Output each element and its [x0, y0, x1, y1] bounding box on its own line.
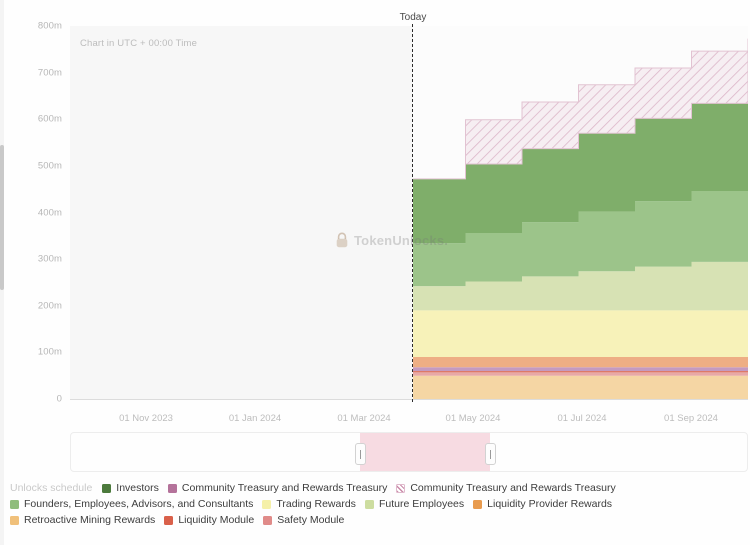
x-axis-tick: 01 Nov 2023	[119, 413, 173, 424]
legend-swatch	[396, 483, 406, 493]
page-scrollbar-thumb[interactable]	[0, 145, 4, 290]
legend-item[interactable]: Retroactive Mining Rewards	[10, 514, 155, 526]
y-axis-tick: 0	[56, 393, 62, 405]
y-axis-tick: 500m	[37, 160, 62, 172]
plot-past-background	[70, 26, 413, 399]
legend-item[interactable]: Community Treasury and Rewards Treasury	[396, 482, 616, 494]
today-marker-line	[412, 24, 413, 402]
legend-label: Liquidity Module	[178, 514, 255, 526]
today-label: Today	[399, 12, 427, 23]
axis-baseline	[70, 399, 748, 400]
x-axis-tick: 01 Jul 2024	[557, 413, 607, 424]
y-axis: 0 100m 200m 300m 400m 500m 600m 700m 800m	[8, 4, 70, 421]
legend-swatch	[10, 499, 19, 509]
legend-label: Safety Module	[277, 514, 345, 526]
y-axis-tick: 400m	[37, 207, 62, 218]
x-axis-tick: 01 Sep 2024	[664, 413, 718, 424]
legend-swatch	[364, 499, 374, 509]
legend-label: Retroactive Mining Rewards	[24, 514, 156, 526]
legend-label: Future Employees	[378, 498, 465, 510]
x-axis-tick: 01 May 2024	[445, 413, 501, 424]
legend-swatch	[167, 483, 177, 493]
legend-swatch	[263, 515, 273, 525]
y-axis-tick: 200m	[37, 300, 62, 312]
legend-label: Founders, Employees, Advisors, and Consu…	[24, 498, 254, 510]
x-axis-tick: 01 Mar 2024	[337, 413, 391, 424]
y-axis-tick: 600m	[37, 113, 62, 125]
y-axis-tick: 800m	[37, 20, 62, 32]
slider-handle-right[interactable]	[485, 443, 496, 465]
slider-handle-left[interactable]	[355, 443, 366, 465]
legend-item[interactable]: Community Treasury and Rewards Treasury	[167, 482, 388, 494]
legend: Unlocks schedule Investors Community Trea…	[10, 482, 745, 526]
legend-item[interactable]: Trading Rewards	[262, 498, 356, 510]
legend-label: Trading Rewards	[276, 498, 356, 510]
legend-title: Unlocks schedule	[10, 482, 93, 494]
y-axis-tick: 100m	[37, 346, 62, 358]
page-scrollbar-track[interactable]	[0, 0, 4, 545]
legend-item[interactable]: Future Employees	[364, 498, 465, 510]
legend-item[interactable]: Safety Module	[263, 514, 344, 526]
legend-label: Investors	[116, 482, 159, 494]
legend-item[interactable]: Investors	[102, 482, 159, 494]
legend-item[interactable]: Liquidity Provider Rewards	[473, 498, 612, 510]
plot-area[interactable]	[70, 26, 748, 399]
utc-note: Chart in UTC + 00:00 Time	[80, 38, 198, 49]
y-axis-tick: 300m	[37, 253, 62, 265]
legend-swatch	[10, 515, 19, 525]
token-unlocks-chart-page: 0 100m 200m 300m 400m 500m 600m 700m 800m 01 Nov…	[0, 0, 750, 545]
legend-label: Liquidity Provider Rewards	[487, 498, 613, 510]
legend-label: Community Treasury and Rewards Treasury	[181, 482, 388, 494]
legend-swatch	[262, 499, 272, 509]
x-axis-tick: 01 Jan 2024	[228, 413, 282, 424]
slider-track[interactable]	[71, 433, 747, 471]
legend-swatch	[473, 499, 483, 509]
legend-item[interactable]: Founders, Employees, Advisors, and Consu…	[10, 498, 253, 510]
unlocks-chart-card: 0 100m 200m 300m 400m 500m 600m 700m 800m 01 Nov…	[8, 4, 750, 474]
y-axis-tick: 700m	[37, 67, 62, 79]
legend-swatch	[102, 483, 112, 493]
time-range-slider[interactable]	[70, 432, 748, 472]
legend-swatch	[164, 515, 174, 525]
legend-label: Community Treasury and Rewards Treasury	[410, 482, 616, 494]
legend-item[interactable]: Liquidity Module	[164, 514, 254, 526]
slider-selection[interactable]	[360, 433, 490, 471]
